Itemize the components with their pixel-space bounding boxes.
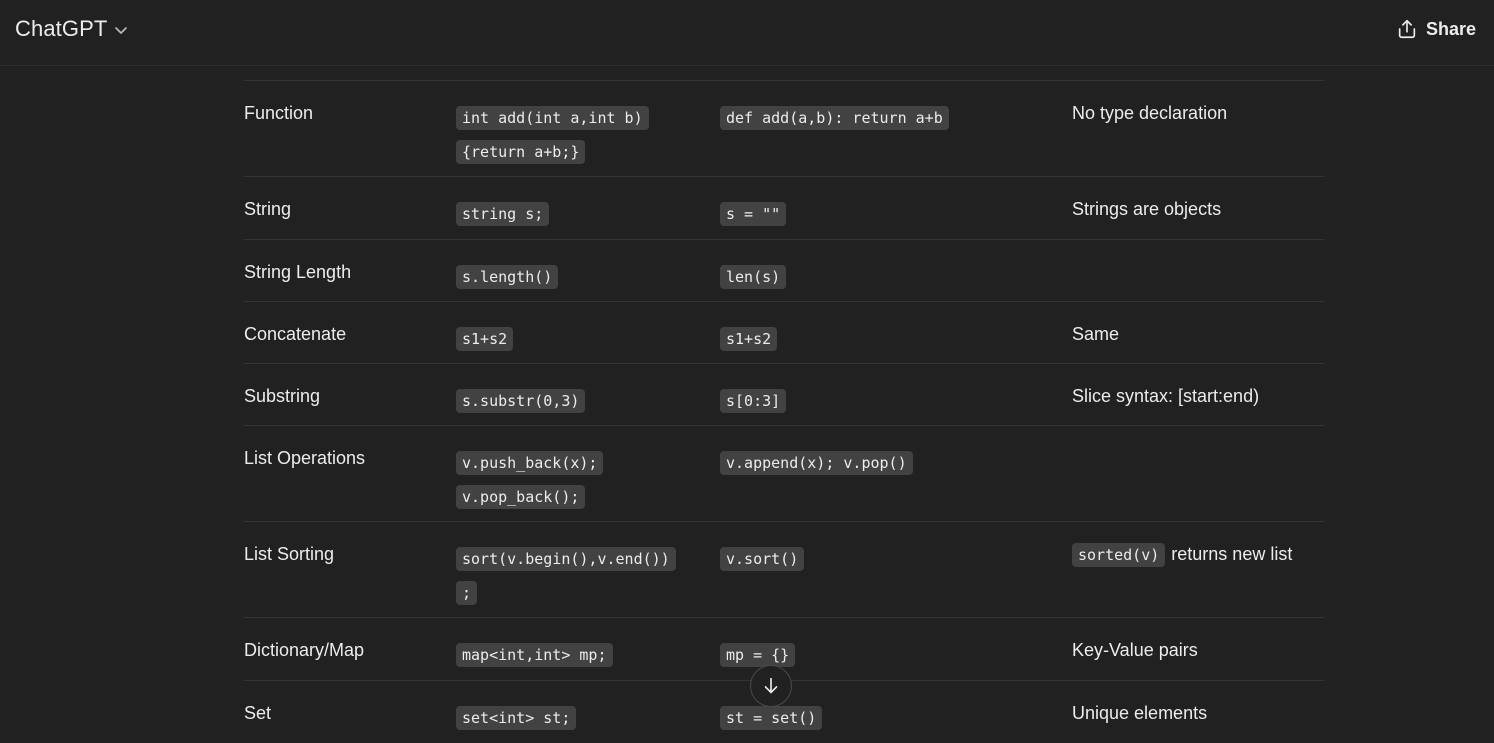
python-code: mp = {} <box>720 643 796 667</box>
cpp-code: s.substr(0,3) <box>456 389 586 413</box>
cpp-code: map<int,int> mp; <box>456 643 613 667</box>
note-cell: Same <box>1072 318 1332 351</box>
note-text: Strings are objects <box>1072 199 1222 219</box>
python-code: def add(a,b): return a+b <box>720 106 949 130</box>
cpp-cell: s.substr(0,3) <box>456 384 686 418</box>
share-label: Share <box>1425 18 1476 39</box>
table-row: String string s; s = "" Strings are objects <box>244 176 1324 239</box>
note-text: Slice syntax: [start:end) <box>1072 386 1260 406</box>
note-cell: No type declaration <box>1072 97 1332 130</box>
note-cell: Key-Value pairs <box>1072 634 1332 667</box>
feature-cell: List Sorting <box>244 544 335 564</box>
feature-cell: Dictionary/Map <box>244 640 365 660</box>
python-code: v.sort() <box>720 547 805 571</box>
python-code: len(s) <box>720 265 787 289</box>
python-code: s[0:3] <box>720 389 787 413</box>
python-cell: def add(a,b): return a+b <box>720 101 1050 135</box>
cpp-cell: v.push_back(x); v.pop_back(); <box>456 446 686 514</box>
cpp-code: set<int> st; <box>456 706 577 730</box>
top-bar: ChatGPT Share <box>0 0 1494 66</box>
python-cell: s = "" <box>720 197 1050 231</box>
cpp-cell: s.length() <box>456 260 686 294</box>
python-cell: v.append(x); v.pop() <box>720 446 1050 480</box>
cpp-code-continued: ; <box>456 581 478 605</box>
feature-cell: Substring <box>244 386 321 406</box>
table-row: List Operations v.push_back(x); v.pop_back… <box>244 425 1324 521</box>
note-cell: Slice syntax: [start:end) <box>1072 380 1332 413</box>
feature-cell: List Operations <box>244 448 366 468</box>
cpp-code: s1+s2 <box>456 327 514 351</box>
cpp-code: v.push_back(x); <box>456 451 604 475</box>
cpp-code: s.length() <box>456 265 559 289</box>
python-cell: len(s) <box>720 260 1050 294</box>
table-row: List Sorting sort(v.begin(),v.end()); v.so… <box>244 521 1324 617</box>
cpp-cell: sort(v.begin(),v.end()); <box>456 542 686 610</box>
table-row: Concatenate s1+s2 s1+s2 Same <box>244 301 1324 363</box>
feature-cell: Function <box>244 103 314 123</box>
cpp-code-continued: v.pop_back(); <box>456 485 586 509</box>
share-icon <box>1398 19 1416 39</box>
python-code: s = "" <box>720 202 787 226</box>
cpp-cell: set<int> st; <box>456 701 686 735</box>
cpp-code: sort(v.begin(),v.end()) <box>456 547 676 571</box>
python-cell: s1+s2 <box>720 322 1050 356</box>
cpp-code-continued: {return a+b;} <box>456 140 586 164</box>
note-text: Same <box>1072 324 1120 344</box>
feature-cell: Concatenate <box>244 324 347 344</box>
note-text: Unique elements <box>1072 703 1208 723</box>
arrow-down-icon <box>764 677 778 694</box>
app-title: ChatGPT <box>15 16 108 41</box>
feature-cell: Set <box>244 703 272 723</box>
cpp-code: string s; <box>456 202 550 226</box>
feature-cell: String <box>244 199 292 219</box>
cpp-code: int add(int a,int b) <box>456 106 649 130</box>
cpp-cell: string s; <box>456 197 686 231</box>
cpp-cell: map<int,int> mp; <box>456 638 686 672</box>
scroll-to-bottom-button[interactable] <box>750 665 792 707</box>
python-cell: s[0:3] <box>720 384 1050 418</box>
note-cell: Strings are objects <box>1072 193 1332 226</box>
note-text: returns new list <box>1171 544 1293 564</box>
table-row: Function int add(int a,int b) {return a+b;… <box>244 80 1324 176</box>
python-code: s1+s2 <box>720 327 778 351</box>
cpp-cell: s1+s2 <box>456 322 686 356</box>
model-selector[interactable]: ChatGPT <box>15 16 129 42</box>
table-row: String Length s.length() len(s) <box>244 239 1324 301</box>
note-cell: Unique elements <box>1072 697 1332 730</box>
cpp-cell: int add(int a,int b) {return a+b;} <box>456 101 686 169</box>
comparison-table: Function int add(int a,int b) {return a+b;… <box>244 80 1324 743</box>
chevron-down-icon <box>115 27 128 34</box>
note-cell: sorted(v) returns new list <box>1072 538 1332 572</box>
table-row: Substring s.substr(0,3) s[0:3] Slice syntax… <box>244 363 1324 425</box>
share-button[interactable]: Share <box>1396 18 1476 40</box>
note-code: sorted(v) <box>1072 543 1166 567</box>
python-cell: v.sort() <box>720 542 1050 576</box>
note-text: Key-Value pairs <box>1072 640 1198 660</box>
python-code: v.append(x); v.pop() <box>720 451 913 475</box>
feature-cell: String Length <box>244 262 352 282</box>
python-code: st = set() <box>720 706 823 730</box>
note-text: No type declaration <box>1072 103 1228 123</box>
